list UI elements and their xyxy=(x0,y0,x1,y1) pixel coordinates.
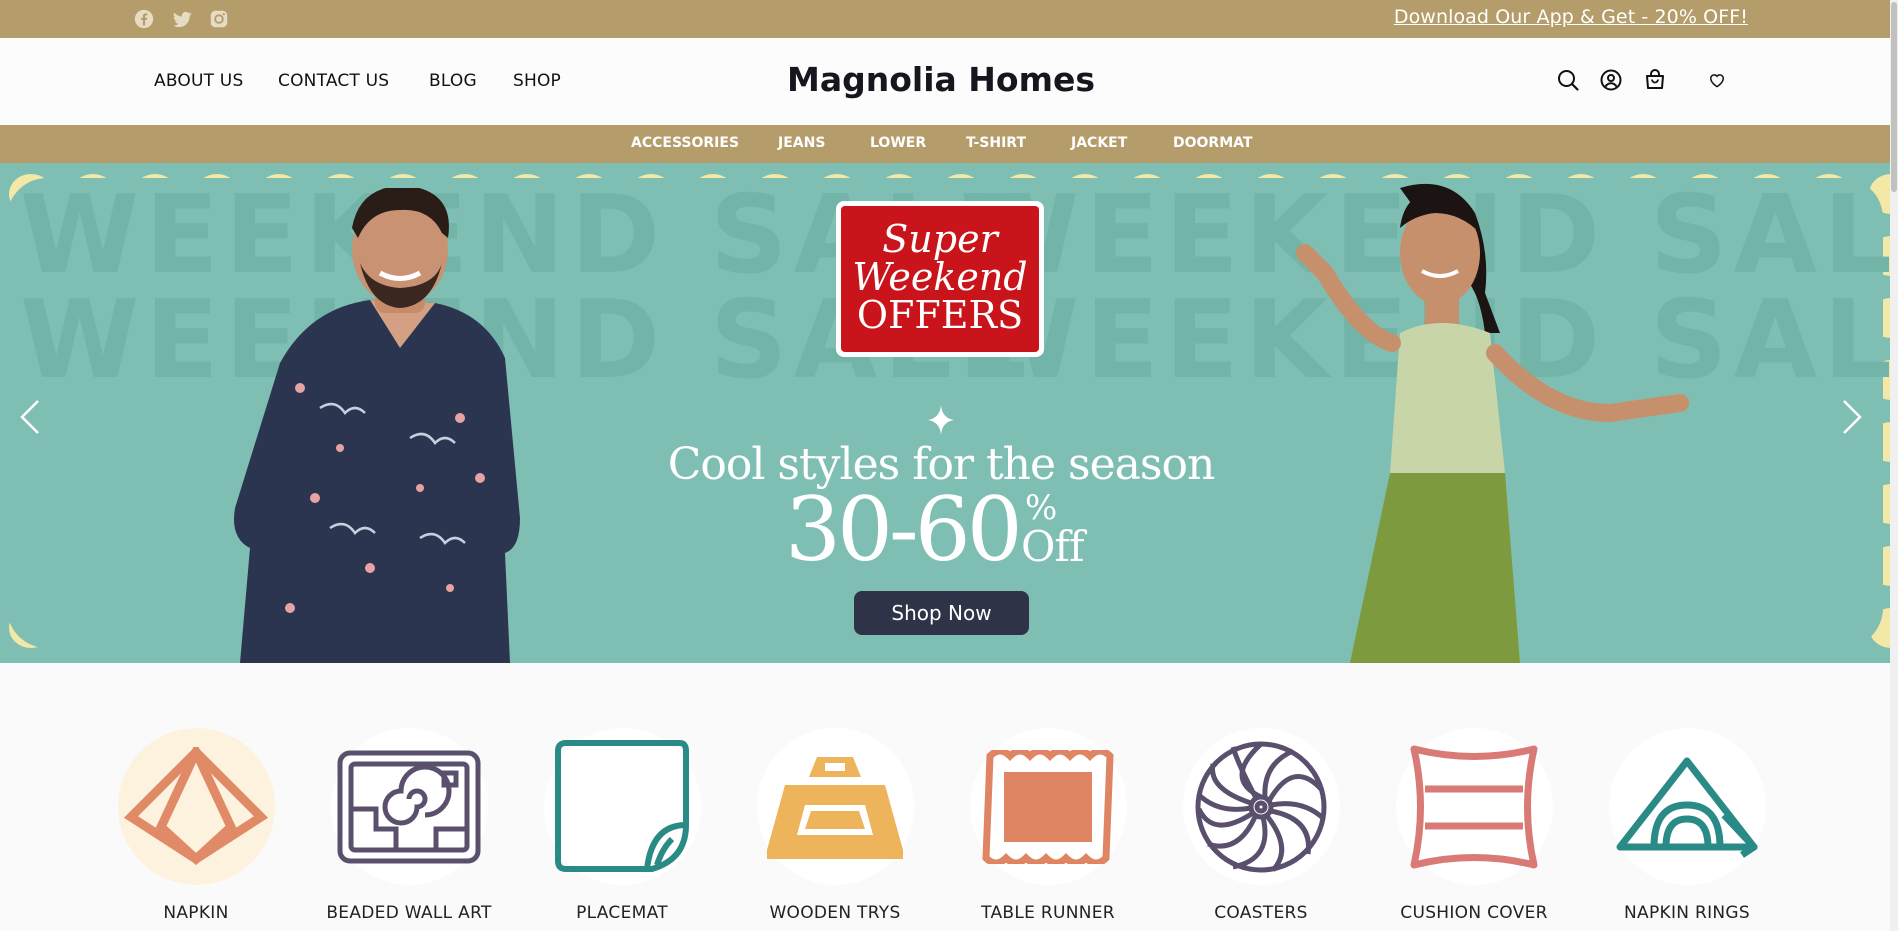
twitter-icon[interactable] xyxy=(171,8,193,30)
wishlist-icon[interactable] xyxy=(1707,70,1727,90)
table-runner-icon xyxy=(982,749,1114,864)
category-card-cushion-cover[interactable]: CUSHION COVER xyxy=(1379,728,1569,923)
facebook-icon[interactable] xyxy=(133,8,155,30)
tray-icon xyxy=(767,756,903,859)
category-image xyxy=(117,728,275,885)
male-model-image xyxy=(234,188,520,663)
category-label: TABLE RUNNER xyxy=(981,903,1115,923)
category-nav-bar: ACCESSORIES JEANS LOWER T-SHIRT JACKET D… xyxy=(0,125,1890,163)
main-header: ABOUT US CONTACT US BLOG SHOP Magnolia H… xyxy=(0,38,1890,125)
category-label: WOODEN TRYS xyxy=(769,903,901,923)
coaster-icon xyxy=(1195,741,1327,872)
category-label: PLACEMAT xyxy=(576,903,668,923)
category-image xyxy=(1395,728,1553,885)
category-label: CUSHION COVER xyxy=(1400,903,1548,923)
hero-off: Off xyxy=(1021,522,1085,571)
category-label: BEADED WALL ART xyxy=(326,903,492,923)
category-jeans[interactable]: JEANS xyxy=(778,135,825,151)
napkin-ring-icon xyxy=(1616,757,1758,858)
hero-discount-block: 30-60 % Off xyxy=(785,478,1115,581)
category-image xyxy=(330,728,488,885)
category-card-beaded-wall-art[interactable]: BEADED WALL ART xyxy=(314,728,504,923)
category-card-table-runner[interactable]: TABLE RUNNER xyxy=(953,728,1143,923)
app-download-promo-link[interactable]: Download Our App & Get - 20% OFF! xyxy=(1394,6,1748,28)
category-card-wooden-trys[interactable]: WOODEN TRYS xyxy=(740,728,930,923)
category-card-napkin[interactable]: NAPKIN xyxy=(101,728,291,923)
category-card-coasters[interactable]: COASTERS xyxy=(1166,728,1356,923)
badge-line-1: Super xyxy=(882,217,998,261)
category-image xyxy=(543,728,701,885)
category-lower[interactable]: LOWER xyxy=(870,135,926,151)
category-label: NAPKIN RINGS xyxy=(1624,903,1750,923)
female-model-image xyxy=(1296,183,1689,663)
shop-now-button[interactable]: Shop Now xyxy=(854,591,1029,635)
carousel-prev-arrow[interactable] xyxy=(14,393,46,441)
category-card-napkin-rings[interactable]: NAPKIN RINGS xyxy=(1592,728,1782,923)
account-icon[interactable] xyxy=(1599,68,1623,92)
category-image xyxy=(1608,728,1766,885)
category-image xyxy=(969,728,1127,885)
cushion-icon xyxy=(1410,745,1538,868)
offers-badge: Super Weekend OFFERS xyxy=(836,201,1044,357)
category-t-shirt[interactable]: T-SHIRT xyxy=(966,135,1026,151)
category-label: COASTERS xyxy=(1214,903,1308,923)
badge-line-3: OFFERS xyxy=(856,293,1024,337)
carousel-next-arrow[interactable] xyxy=(1836,393,1868,441)
napkin-icon xyxy=(123,746,269,865)
top-bar: Download Our App & Get - 20% OFF! xyxy=(0,0,1890,38)
instagram-icon[interactable] xyxy=(208,8,230,30)
category-label: NAPKIN xyxy=(163,903,229,923)
page-scrollbar[interactable] xyxy=(1890,0,1898,931)
scrollbar-thumb[interactable] xyxy=(1891,2,1897,192)
badge-line-2: Weekend xyxy=(852,255,1028,299)
category-image xyxy=(756,728,914,885)
category-jacket[interactable]: JACKET xyxy=(1071,135,1127,151)
wall-art-icon xyxy=(337,750,481,863)
placemat-icon xyxy=(555,739,689,872)
search-icon[interactable] xyxy=(1556,68,1580,92)
category-image xyxy=(1182,728,1340,885)
hero-discount: 30-60 xyxy=(785,478,1023,581)
category-card-placemat[interactable]: PLACEMAT xyxy=(527,728,717,923)
category-doormat[interactable]: DOORMAT xyxy=(1173,135,1252,151)
hero-banner[interactable]: WEEKEND SALE WEEKEND SALE WEEKEND SALE W… xyxy=(0,163,1890,663)
category-accessories[interactable]: ACCESSORIES xyxy=(631,135,739,151)
cart-icon[interactable] xyxy=(1643,68,1667,92)
sparkle-icon xyxy=(928,405,954,435)
